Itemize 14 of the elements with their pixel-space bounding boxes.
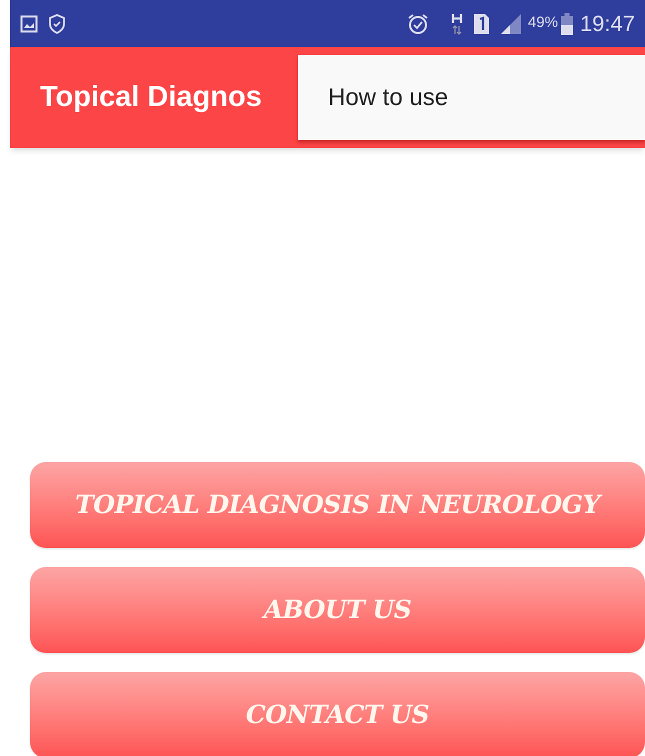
alarm-clock-icon xyxy=(406,12,429,34)
sim-card-icon xyxy=(472,12,490,34)
menu-button[interactable]: TOPICAL DIAGNOSIS IN NEUROLOGY xyxy=(30,462,645,548)
shield-icon xyxy=(48,14,66,34)
image-icon xyxy=(20,14,38,32)
clock-time: 19:47 xyxy=(580,10,635,38)
menu-item[interactable]: How to use xyxy=(298,80,645,116)
signal-icon xyxy=(500,12,522,34)
app-title: Topical Diagnos xyxy=(40,80,262,115)
data-arrows-icon xyxy=(450,12,463,34)
menu-button[interactable]: CONTACT US xyxy=(30,672,645,756)
battery-percentage: 49% xyxy=(528,13,558,34)
menu-button[interactable]: ABOUT US xyxy=(30,567,645,653)
battery-icon xyxy=(560,12,573,34)
